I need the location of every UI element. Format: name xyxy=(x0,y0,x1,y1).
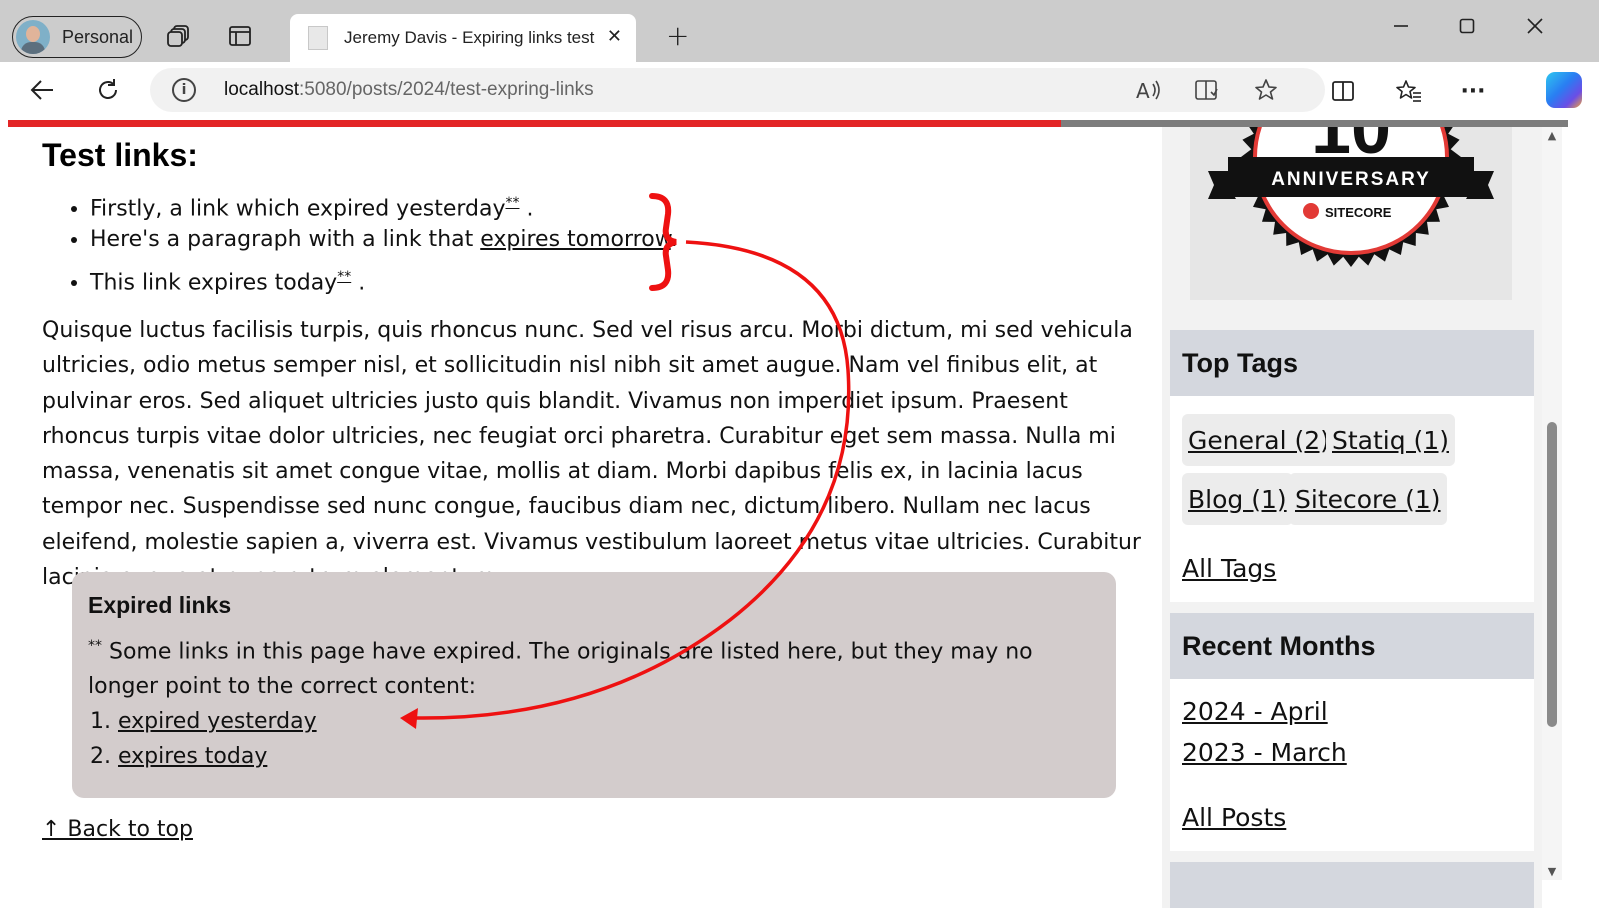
back-arrow-icon[interactable] xyxy=(26,74,58,106)
scroll-up-arrow-icon[interactable]: ▲ xyxy=(1542,129,1562,142)
sidebar-panel-partial xyxy=(1170,862,1534,908)
favorite-star-icon[interactable] xyxy=(1252,76,1280,104)
more-options-icon[interactable]: ··· xyxy=(1458,76,1488,106)
expired-links-title: Expired links xyxy=(88,592,232,618)
site-info-icon[interactable]: i xyxy=(172,78,196,102)
tag-general[interactable]: General (2) xyxy=(1182,414,1336,466)
tab-actions-icon[interactable] xyxy=(226,22,254,50)
tag-sitecore[interactable]: Sitecore (1) xyxy=(1289,473,1447,525)
body-paragraph: Quisque luctus facilisis turpis, quis rh… xyxy=(42,318,1141,590)
browser-toolbar: i localhost:5080/posts/2024/test-expring… xyxy=(0,62,1599,120)
profile-label: Personal xyxy=(62,26,134,47)
address-bar[interactable]: i localhost:5080/posts/2024/test-expring… xyxy=(150,68,1325,112)
section-heading: Test links: xyxy=(42,137,198,173)
close-tab-icon[interactable]: ✕ xyxy=(607,26,622,47)
minimize-icon[interactable] xyxy=(1386,14,1416,38)
tag-label: Blog (1) xyxy=(1188,484,1287,514)
url-host: localhost xyxy=(224,79,299,100)
recent-months-panel: Recent Months 2024 - April 2023 - March … xyxy=(1170,613,1534,851)
expired-links-box: Expired links ** Some links in this page… xyxy=(72,572,1116,798)
tab-active[interactable]: Jeremy Davis - Expiring links test ✕ xyxy=(290,14,636,62)
tag-label: Statiq (1) xyxy=(1332,425,1449,455)
list-item-text: This link expires today xyxy=(90,270,338,296)
expires-today-link[interactable]: expires today xyxy=(118,744,267,769)
list-item: Here's a paragraph with a link that expi… xyxy=(90,224,678,261)
month-link-2024-april[interactable]: 2024 - April xyxy=(1182,697,1328,726)
anniversary-logo: 10 ANNIVERSARY SITECORE xyxy=(1190,127,1512,300)
test-links-list: Firstly, a link which expired yesterday*… xyxy=(90,187,678,298)
tag-statiq[interactable]: Statiq (1) xyxy=(1326,414,1455,466)
expired-note-text: Some links in this page have expired. Th… xyxy=(88,639,1033,700)
tag-label: Sitecore (1) xyxy=(1295,484,1441,514)
new-tab-icon[interactable]: + xyxy=(666,22,689,50)
svg-text:A: A xyxy=(1136,79,1150,102)
month-link-2023-march[interactable]: 2023 - March xyxy=(1182,738,1347,767)
url-path: :5080/posts/2024/test-expring-links xyxy=(299,79,594,100)
page-scrollbar[interactable]: ▲ ▼ xyxy=(1542,127,1562,880)
list-item-tail: . xyxy=(351,270,366,296)
workspaces-icon[interactable] xyxy=(165,22,193,50)
split-screen-icon[interactable] xyxy=(1328,76,1358,106)
tag-label: General (2) xyxy=(1188,425,1330,455)
reading-progress-bar xyxy=(8,120,1568,127)
favorites-icon[interactable] xyxy=(1394,76,1424,106)
maximize-icon[interactable] xyxy=(1452,14,1482,38)
expired-marker-link[interactable]: ** xyxy=(505,195,519,211)
page-content: Test links: Firstly, a link which expire… xyxy=(0,127,1599,908)
url-text[interactable]: localhost:5080/posts/2024/test-expring-l… xyxy=(224,79,594,101)
recent-months-title: Recent Months xyxy=(1170,613,1534,679)
tab-title: Jeremy Davis - Expiring links test xyxy=(344,28,595,47)
profile-button[interactable]: Personal xyxy=(12,16,142,58)
browser-title-bar: Personal Jeremy Davis - Expiring links t… xyxy=(0,0,1599,62)
expired-marker-link[interactable]: ** xyxy=(337,269,351,285)
list-item-text: Here's a paragraph with a link that xyxy=(90,227,481,252)
list-item: This link expires today** . xyxy=(90,261,678,298)
expired-links-list: expired yesterday expires today xyxy=(118,704,1100,774)
read-aloud-icon[interactable]: A xyxy=(1134,76,1162,104)
list-item: expires today xyxy=(118,739,1100,774)
list-item-tail: . xyxy=(519,196,534,222)
top-tags-title: Top Tags xyxy=(1170,330,1534,396)
top-tags-panel: Top Tags General (2) Statiq (1) Blog (1)… xyxy=(1170,330,1534,602)
expires-tomorrow-link[interactable]: expires tomorrow xyxy=(480,227,670,252)
scroll-down-arrow-icon[interactable]: ▼ xyxy=(1542,865,1562,878)
page-favicon xyxy=(308,26,328,50)
close-window-icon[interactable] xyxy=(1520,14,1550,38)
list-item: expired yesterday xyxy=(118,704,1100,739)
expired-yesterday-link[interactable]: expired yesterday xyxy=(118,709,317,734)
avatar xyxy=(16,20,50,54)
back-to-top-link[interactable]: ↑ Back to top xyxy=(42,817,193,842)
reading-progress-fill xyxy=(8,120,1061,127)
expired-note-marker: ** xyxy=(88,638,102,654)
tag-blog[interactable]: Blog (1) xyxy=(1182,473,1293,525)
all-posts-link[interactable]: All Posts xyxy=(1182,803,1286,832)
copilot-icon[interactable] xyxy=(1546,72,1582,108)
refresh-icon[interactable] xyxy=(92,74,124,106)
immersive-reader-icon[interactable] xyxy=(1193,76,1221,104)
list-item-text: Firstly, a link which expired yesterday xyxy=(90,196,506,222)
list-item-tail: . xyxy=(670,227,678,252)
all-tags-link[interactable]: All Tags xyxy=(1182,554,1276,583)
expired-links-note: ** Some links in this page have expired.… xyxy=(88,629,1100,704)
list-item: Firstly, a link which expired yesterday*… xyxy=(90,187,678,224)
logo-anniversary-text: ANNIVERSARY xyxy=(1271,169,1431,190)
scrollbar-thumb[interactable] xyxy=(1547,422,1557,727)
logo-sitecore-text: SITECORE xyxy=(1325,205,1392,220)
